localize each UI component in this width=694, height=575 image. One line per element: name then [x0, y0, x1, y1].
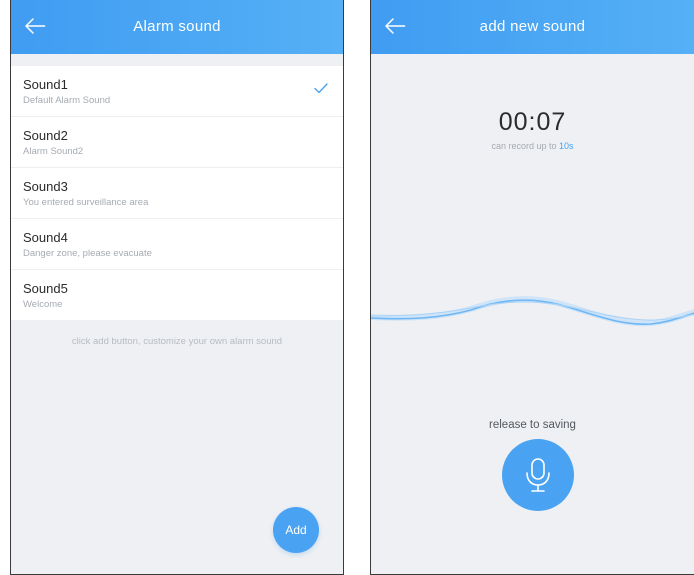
hint-text: click add button, customize your own ala… — [71, 336, 283, 347]
sound-item-2[interactable]: Sound2 Alarm Sound2 — [11, 117, 343, 168]
sound-description: Alarm Sound2 — [23, 146, 84, 157]
sound-item-5[interactable]: Sound5 Welcome — [11, 270, 343, 320]
alarm-sound-screen: Alarm sound Sound1 Default Alarm Sound S… — [10, 0, 344, 575]
sound-list: Sound1 Default Alarm Sound Sound2 Alarm … — [11, 66, 343, 320]
page-title: Alarm sound — [133, 18, 221, 35]
sound-description: Danger zone, please evacuate — [23, 248, 152, 259]
add-button[interactable]: Add — [273, 507, 319, 553]
sound-item-3[interactable]: Sound3 You entered surveillance area — [11, 168, 343, 219]
sound-item-1[interactable]: Sound1 Default Alarm Sound — [11, 66, 343, 117]
sound-name: Sound1 — [23, 77, 68, 92]
sound-name: Sound4 — [23, 230, 68, 245]
sound-description: Default Alarm Sound — [23, 95, 111, 106]
page-title: add new sound — [479, 18, 586, 35]
record-button[interactable] — [502, 439, 574, 511]
record-timer: 00:07 — [498, 108, 567, 136]
sound-description: Welcome — [23, 299, 63, 310]
app-header: Alarm sound — [11, 0, 343, 54]
sound-wave — [371, 296, 694, 327]
app-header: add new sound — [371, 0, 694, 54]
release-to-save-label: release to saving — [489, 419, 576, 431]
sound-name: Sound3 — [23, 179, 68, 194]
record-limit-value: 10s — [559, 141, 574, 151]
sound-name: Sound5 — [23, 281, 68, 296]
record-limit-prefix: can record up to — [491, 141, 560, 151]
record-limit-text: can record up to 10s — [371, 141, 694, 151]
checkmark-icon — [314, 83, 328, 94]
microphone-icon — [526, 458, 550, 492]
add-new-sound-screen: add new sound 00:07 can record up to 10s… — [370, 0, 694, 575]
sound-description: You entered surveillance area — [23, 197, 149, 208]
sound-name: Sound2 — [23, 128, 68, 143]
sound-item-4[interactable]: Sound4 Danger zone, please evacuate — [11, 219, 343, 270]
